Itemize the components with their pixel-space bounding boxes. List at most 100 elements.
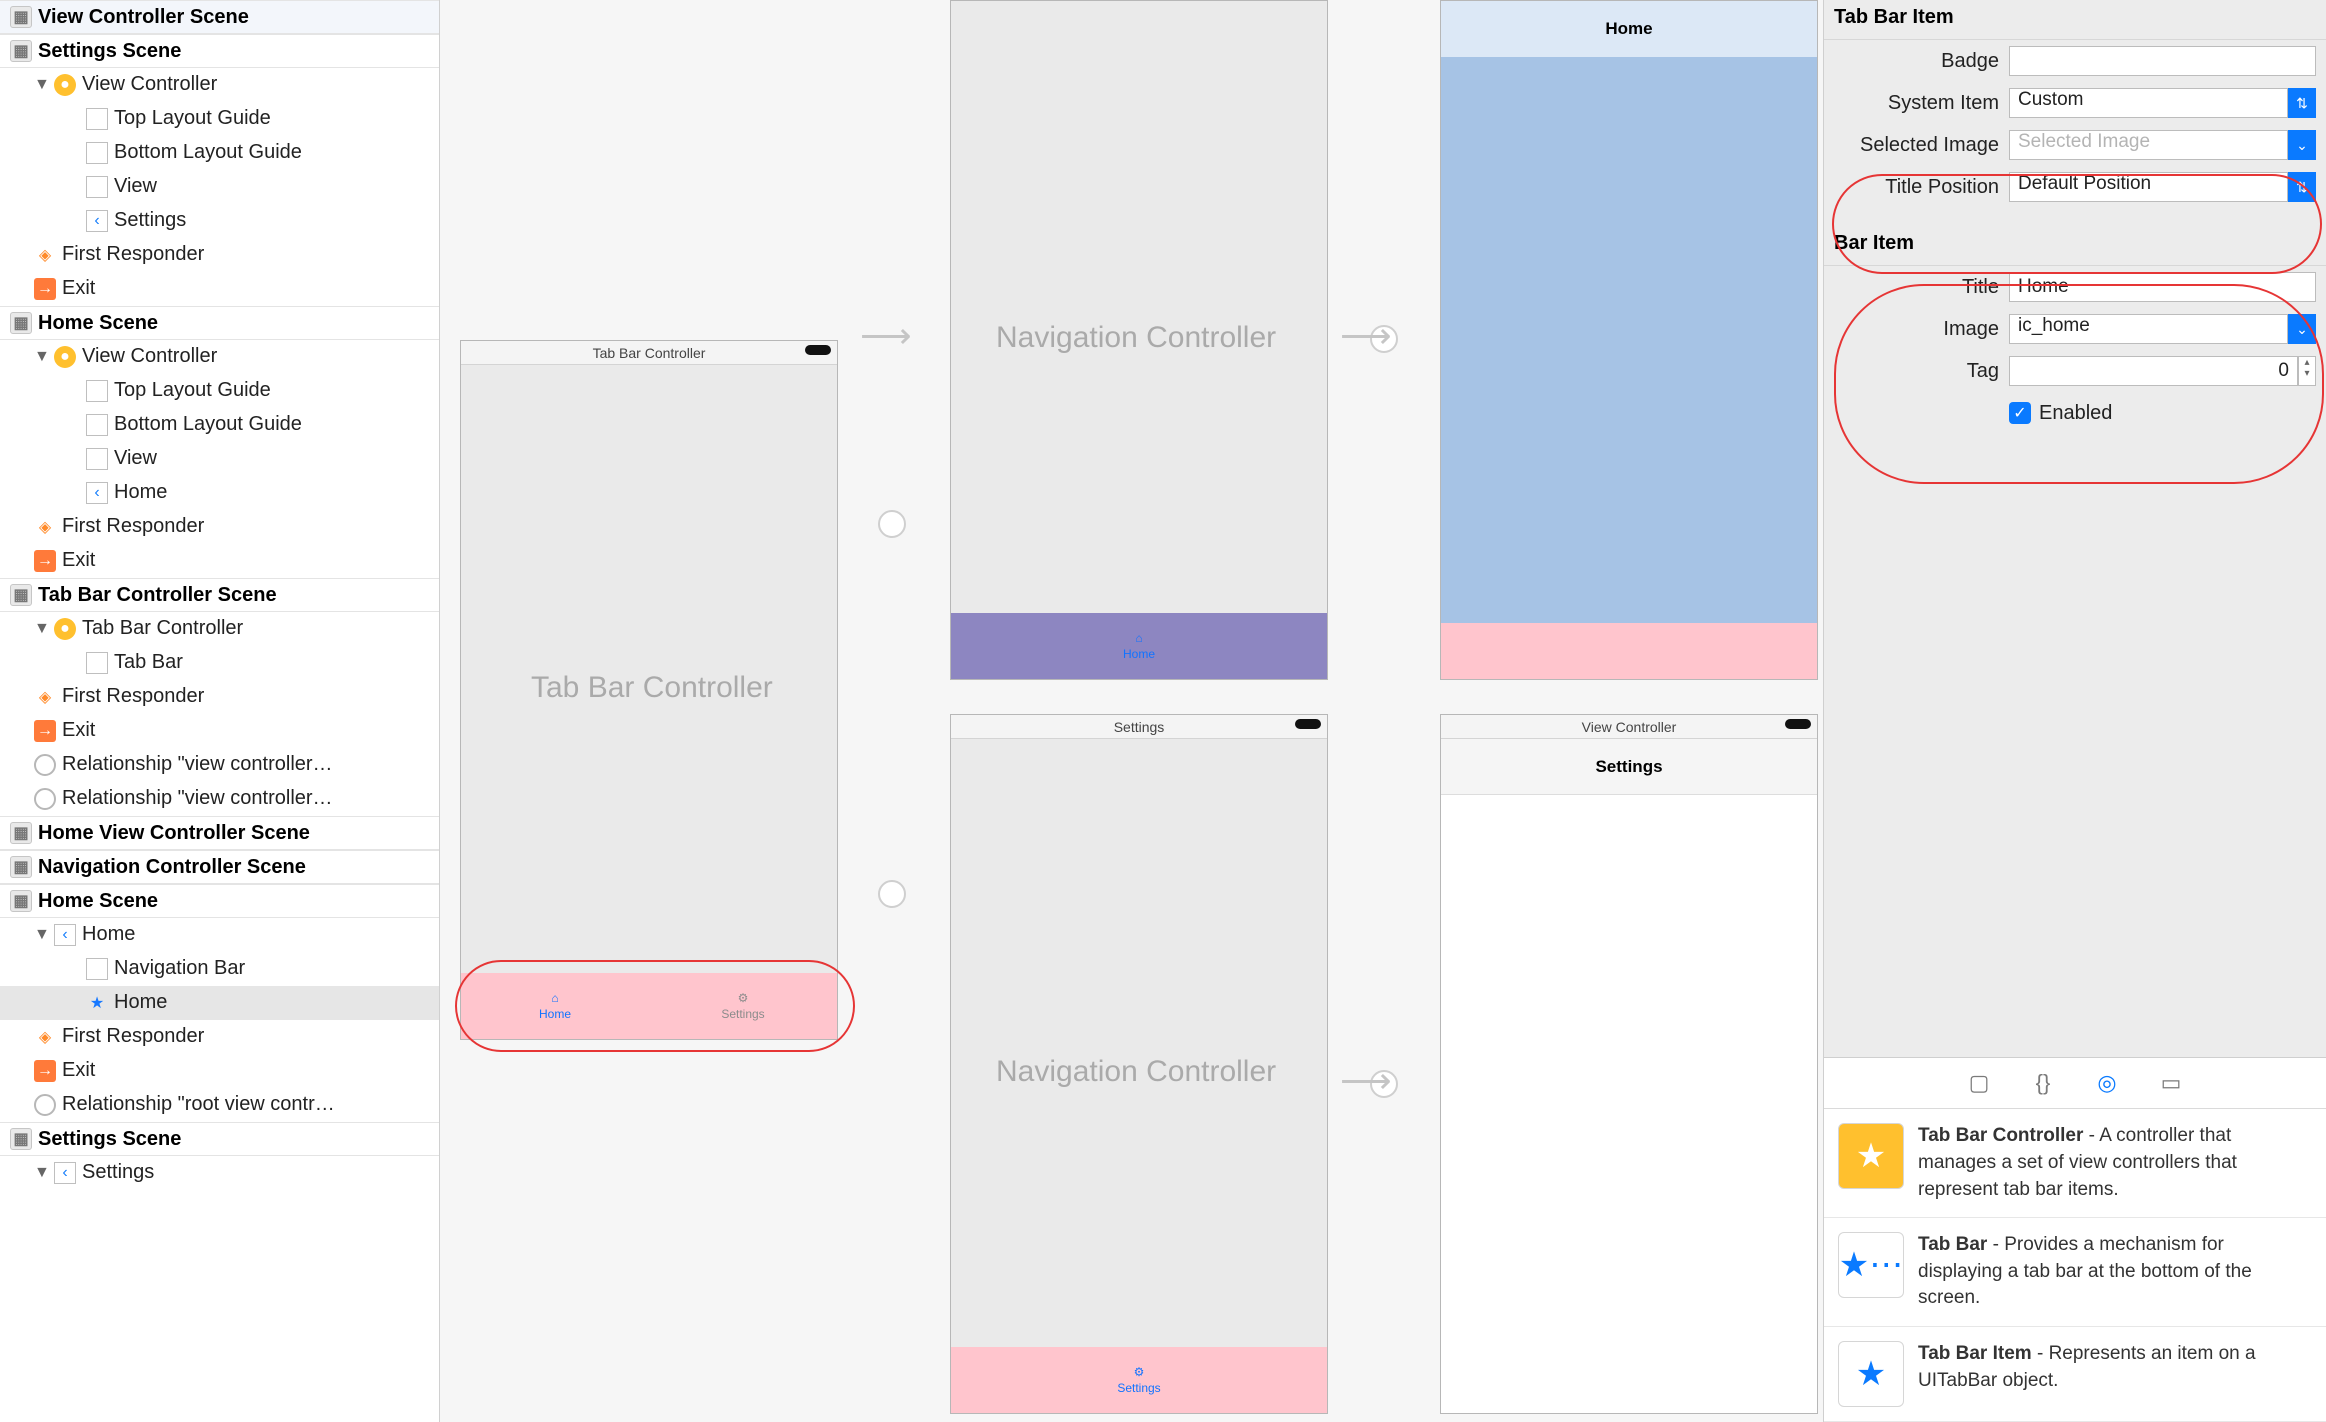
- scene-header[interactable]: ▦View Controller Scene: [0, 0, 439, 34]
- selected-image-select[interactable]: Selected Image: [2009, 130, 2288, 160]
- outline-item[interactable]: View: [0, 170, 439, 204]
- scene-header[interactable]: ▦Settings Scene: [0, 34, 439, 68]
- title-position-row: Title Position Default Position⇅: [1824, 166, 2326, 208]
- scene-header[interactable]: ▦Navigation Controller Scene: [0, 850, 439, 884]
- outline-item[interactable]: →Exit: [0, 272, 439, 306]
- segue-icon: [34, 754, 56, 776]
- tab-label: Home: [539, 1007, 571, 1021]
- exit-icon: →: [34, 720, 56, 742]
- viewcontroller-icon: ●: [54, 74, 76, 96]
- object-library-icon[interactable]: ◎: [2092, 1068, 2122, 1098]
- outline-item[interactable]: ▼‹Home: [0, 918, 439, 952]
- segue-joint[interactable]: [878, 880, 906, 908]
- library-item[interactable]: ★⋯ Tab Bar - Provides a mechanism for di…: [1824, 1218, 2326, 1327]
- disclosure-icon[interactable]: ▼: [34, 1164, 48, 1182]
- segue-joint[interactable]: [878, 510, 906, 538]
- media-library-icon[interactable]: ▭: [2156, 1068, 2186, 1098]
- outline-item[interactable]: →Exit: [0, 714, 439, 748]
- dropdown-icon[interactable]: ⇅: [2288, 172, 2316, 202]
- enabled-checkbox[interactable]: ✓: [2009, 402, 2031, 424]
- outline-item[interactable]: View: [0, 442, 439, 476]
- outline-item[interactable]: ▼●View Controller: [0, 340, 439, 374]
- lib-title: Tab Bar: [1918, 1234, 1987, 1255]
- title-text: View Controller: [1582, 719, 1677, 735]
- tag-input[interactable]: [2009, 356, 2298, 386]
- dropdown-icon[interactable]: ⌄: [2288, 130, 2316, 160]
- disclosure-icon[interactable]: ▼: [34, 76, 48, 94]
- outline-item[interactable]: ◈First Responder: [0, 1020, 439, 1054]
- outline-item[interactable]: Relationship "root view contr…: [0, 1088, 439, 1122]
- file-template-icon[interactable]: ▢: [1964, 1068, 1994, 1098]
- settings-vc-scene[interactable]: View Controller Settings: [1440, 714, 1818, 1414]
- nav-controller-scene-2[interactable]: Settings Navigation Controller ⚙Settings: [950, 714, 1328, 1414]
- tab-settings[interactable]: ⚙Settings: [649, 973, 837, 1039]
- outline-item[interactable]: ▼‹Settings: [0, 1156, 439, 1190]
- tab-home: ⌂Home: [951, 613, 1327, 679]
- firstresponder-icon: ◈: [34, 516, 56, 538]
- nav-bar: Settings: [1441, 739, 1817, 795]
- nav-controller-scene[interactable]: Navigation Controller ⌂Home: [950, 0, 1328, 680]
- dropdown-icon[interactable]: ⇅: [2288, 88, 2316, 118]
- title-position-select[interactable]: Default Position: [2009, 172, 2288, 202]
- badge-input[interactable]: [2009, 46, 2316, 76]
- item-label: Relationship "view controller…: [62, 753, 333, 776]
- segue-icon: [34, 788, 56, 810]
- segue-icon: [34, 1094, 56, 1116]
- outline-item-selected[interactable]: ★Home: [0, 986, 439, 1020]
- outline-item[interactable]: Top Layout Guide: [0, 102, 439, 136]
- outline-item[interactable]: ‹Settings: [0, 204, 439, 238]
- layoutguide-icon: [86, 380, 108, 402]
- section-title: Bar Item: [1824, 226, 2326, 266]
- scene-header[interactable]: ▦Tab Bar Controller Scene: [0, 578, 439, 612]
- outline-item[interactable]: →Exit: [0, 1054, 439, 1088]
- library-item[interactable]: ★ Tab Bar Controller - A controller that…: [1824, 1109, 2326, 1218]
- disclosure-icon[interactable]: ▼: [34, 348, 48, 366]
- outline-item[interactable]: ◈First Responder: [0, 680, 439, 714]
- nav-bar: Home: [1441, 1, 1817, 57]
- code-snippet-icon[interactable]: {}: [2028, 1068, 2058, 1098]
- scene-header[interactable]: ▦Settings Scene: [0, 1122, 439, 1156]
- tabbar-controller-scene[interactable]: Tab Bar Controller Tab Bar Controller ⌂H…: [460, 340, 838, 1040]
- outline-item[interactable]: ▼●View Controller: [0, 68, 439, 102]
- tab-settings: ⚙Settings: [951, 1347, 1327, 1413]
- outline-item[interactable]: ▼●Tab Bar Controller: [0, 612, 439, 646]
- tab-bar[interactable]: ⌂Home ⚙Settings: [461, 973, 837, 1039]
- system-item-select[interactable]: Custom: [2009, 88, 2288, 118]
- title-text: Settings: [1114, 719, 1165, 735]
- storyboard-canvas[interactable]: Tab Bar Controller Tab Bar Controller ⌂H…: [440, 0, 1823, 1422]
- home-vc-scene[interactable]: Home: [1440, 0, 1818, 680]
- scene-icon: ▦: [10, 1128, 32, 1150]
- home-icon: ⌂: [1135, 631, 1142, 645]
- outline-item[interactable]: Tab Bar: [0, 646, 439, 680]
- scene-header[interactable]: ▦Home View Controller Scene: [0, 816, 439, 850]
- field-label: Title: [1834, 276, 1999, 299]
- badge-row: Badge: [1824, 40, 2326, 82]
- scene-header[interactable]: ▦Home Scene: [0, 884, 439, 918]
- tag-row: Tag ▴▾: [1824, 350, 2326, 392]
- outline-item[interactable]: Bottom Layout Guide: [0, 408, 439, 442]
- status-icon: [1785, 719, 1811, 729]
- dropdown-icon[interactable]: ⌄: [2288, 314, 2316, 344]
- tab-home[interactable]: ⌂Home: [461, 973, 649, 1039]
- outline-item[interactable]: Bottom Layout Guide: [0, 136, 439, 170]
- outline-item[interactable]: ◈First Responder: [0, 510, 439, 544]
- object-library[interactable]: ★ Tab Bar Controller - A controller that…: [1824, 1108, 2326, 1422]
- outline-item[interactable]: Relationship "view controller…: [0, 782, 439, 816]
- scene-header[interactable]: ▦Home Scene: [0, 306, 439, 340]
- item-label: Relationship "root view contr…: [62, 1093, 335, 1116]
- outline-item[interactable]: Top Layout Guide: [0, 374, 439, 408]
- image-select[interactable]: ic_home: [2009, 314, 2288, 344]
- outline-item[interactable]: →Exit: [0, 544, 439, 578]
- tag-stepper[interactable]: ▴▾: [2298, 356, 2316, 386]
- outline-item[interactable]: ‹Home: [0, 476, 439, 510]
- outline-item[interactable]: Navigation Bar: [0, 952, 439, 986]
- outline-item[interactable]: ◈First Responder: [0, 238, 439, 272]
- disclosure-icon[interactable]: ▼: [34, 620, 48, 638]
- outline-item[interactable]: Relationship "view controller…: [0, 748, 439, 782]
- title-input[interactable]: [2009, 272, 2316, 302]
- nav-title: Settings: [1595, 757, 1662, 777]
- disclosure-icon[interactable]: ▼: [34, 926, 48, 944]
- library-item[interactable]: ★ Tab Bar Item - Represents an item on a…: [1824, 1327, 2326, 1422]
- item-label: Top Layout Guide: [114, 107, 271, 130]
- document-outline[interactable]: ▦View Controller Scene ▦Settings Scene ▼…: [0, 0, 440, 1422]
